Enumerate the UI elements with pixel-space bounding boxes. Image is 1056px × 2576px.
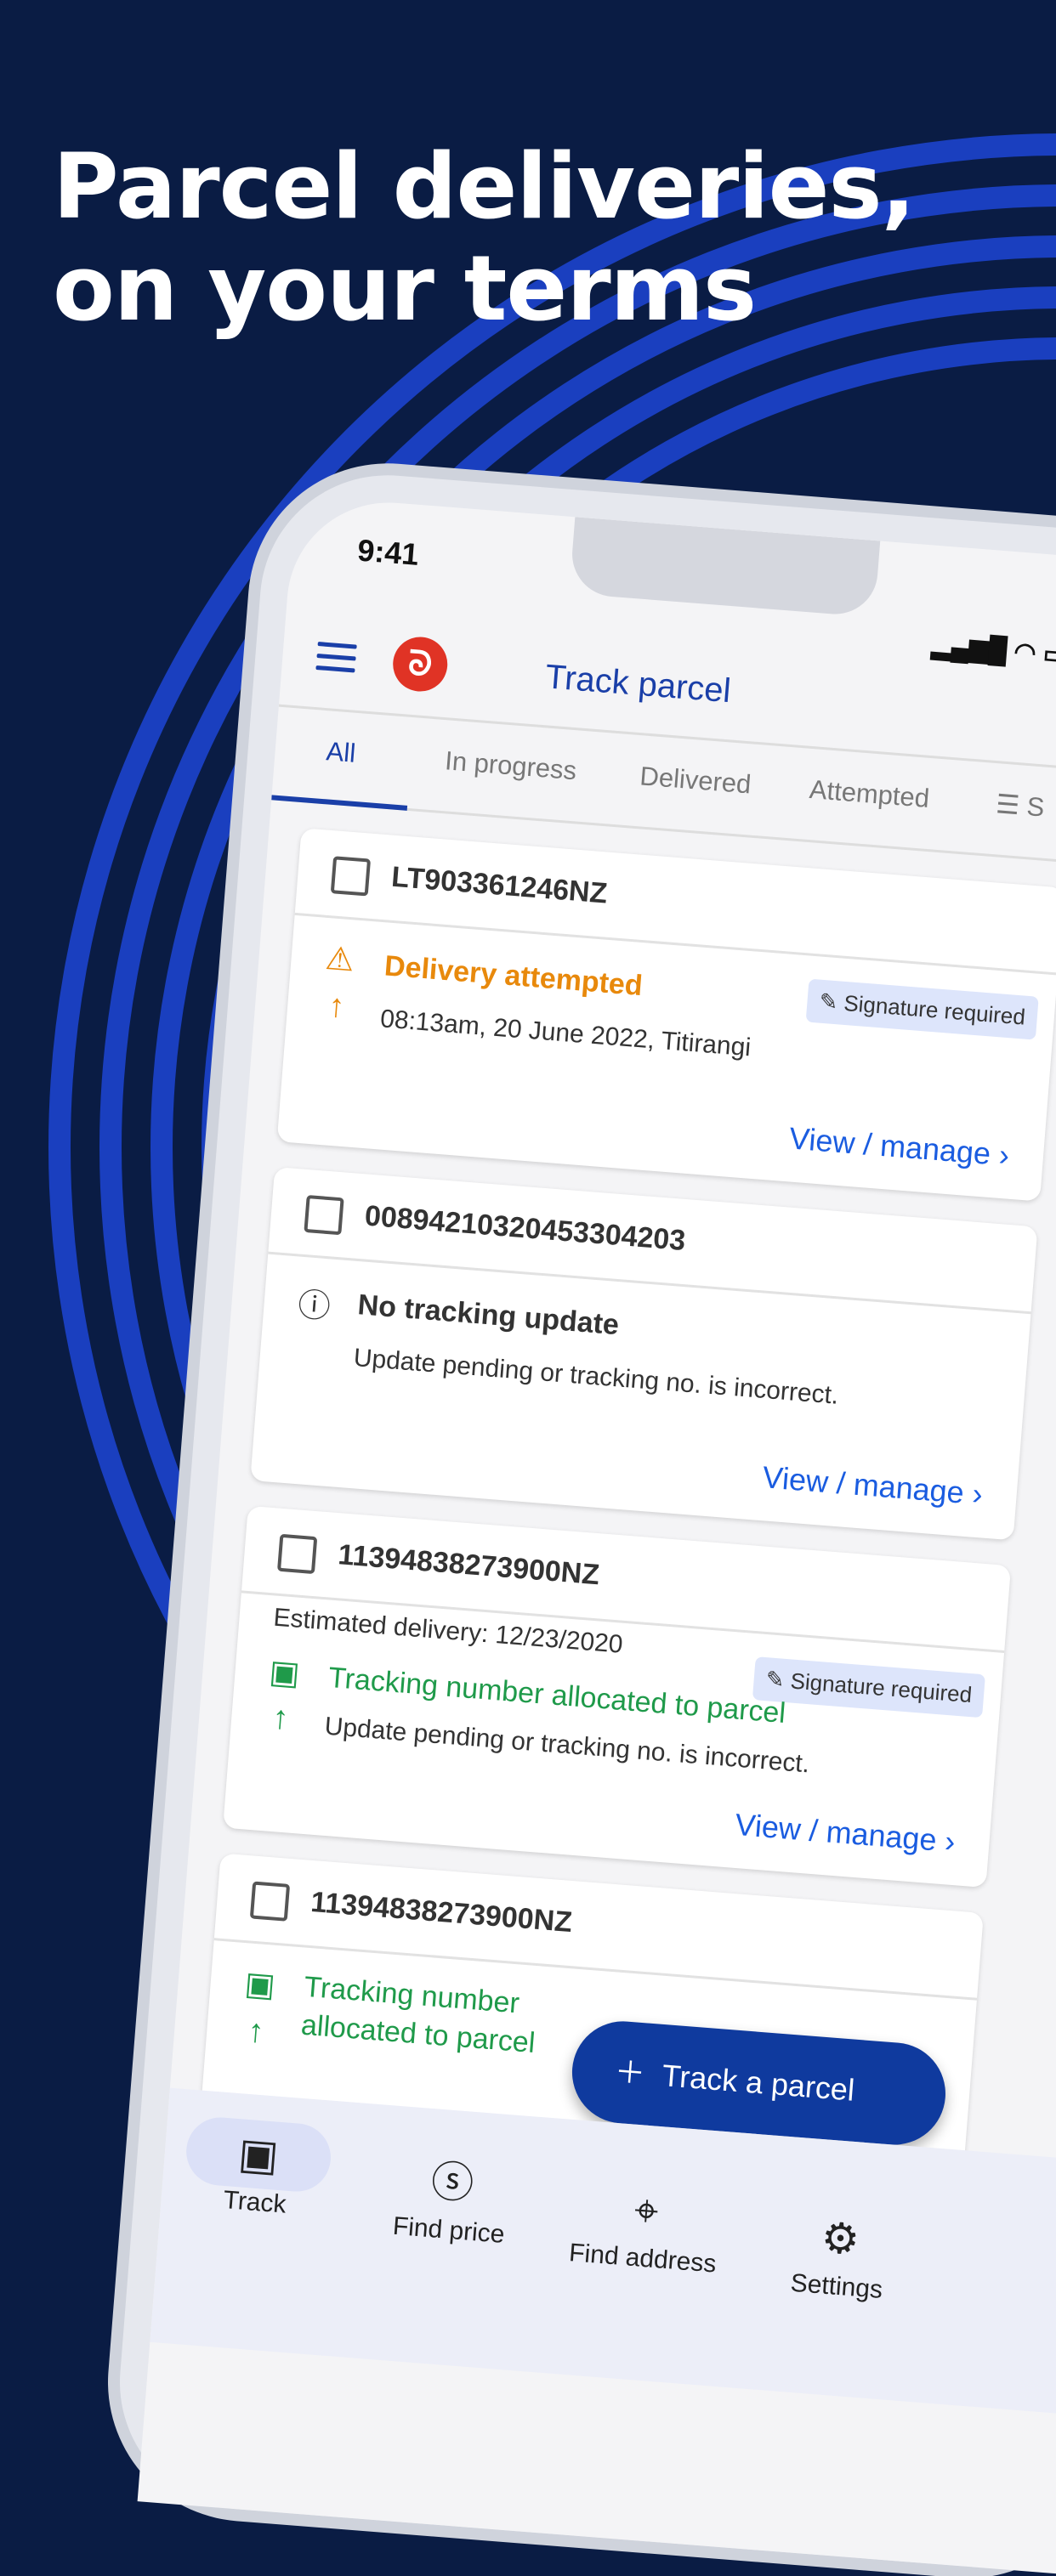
parcel-icon: ▣ — [267, 1654, 302, 1693]
checkbox[interactable] — [249, 1881, 291, 1922]
tab-in-progress[interactable]: In progress — [444, 745, 577, 786]
app-screen: 9:41 ▂▄▆█ ◠ ▭ ᘐ Track parcel All In prog… — [137, 495, 1056, 2574]
tracking-number: LT903361246NZ — [390, 860, 609, 910]
tracking-number: 11394838273900NZ — [337, 1538, 601, 1592]
pencil-icon: ✎ — [818, 988, 845, 1016]
parcel-icon: ▣ — [184, 2115, 333, 2194]
chevron-right-icon: › — [943, 1823, 957, 1860]
status-text: Delivery attempted — [383, 949, 644, 1003]
tab-attempted[interactable]: Attempted — [809, 774, 931, 814]
page-title: Track parcel — [543, 658, 733, 711]
nzpost-logo: ᘐ — [390, 635, 450, 694]
view-manage-link[interactable]: View / manage › — [788, 1120, 1011, 1173]
nav-track[interactable]: ▣ Track — [178, 2115, 338, 2223]
checkbox[interactable] — [330, 856, 372, 897]
info-icon: ⓘ — [296, 1287, 332, 1326]
parcel-card[interactable]: 00894210320453304203 ⓘ No tracking updat… — [250, 1166, 1038, 1541]
parcel-icon: ▣ — [243, 1966, 277, 2004]
signature-badge: ✎ Signature required — [805, 978, 1039, 1040]
dollar-icon: ⓢ — [429, 2157, 476, 2208]
tab-all[interactable]: All — [325, 736, 356, 769]
nav-find-address[interactable]: ⌖ Find address — [565, 2171, 725, 2279]
notch — [569, 517, 881, 618]
parcel-card[interactable]: LT903361246NZ ⚠ ↑ Delivery attempted ✎ S… — [276, 828, 1056, 1202]
nav-settings[interactable]: ⚙ Settings — [759, 2199, 919, 2307]
status-time: 9:41 — [355, 532, 421, 572]
active-tab-indicator — [271, 795, 408, 811]
checkbox[interactable] — [304, 1195, 344, 1236]
hamburger-icon[interactable] — [315, 642, 357, 680]
view-manage-link[interactable]: View / manage › — [761, 1459, 984, 1512]
chevron-right-icon: › — [971, 1475, 985, 1512]
gear-icon: ⚙ — [819, 2213, 861, 2264]
plus-icon: ＋ — [613, 2053, 647, 2092]
signature-badge: ✎ Signature required — [752, 1656, 985, 1718]
location-pin-icon: ⌖ — [633, 2186, 661, 2236]
arrow-up-icon: ↑ — [246, 2013, 266, 2051]
phone-mockup: 9:41 ▂▄▆█ ◠ ▭ ᘐ Track parcel All In prog… — [110, 466, 1056, 2576]
checkbox[interactable] — [276, 1533, 318, 1575]
arrow-up-icon: ↑ — [270, 1699, 291, 1737]
tab-delivered[interactable]: Delivered — [639, 761, 752, 800]
pencil-icon: ✎ — [764, 1666, 792, 1694]
parcel-card[interactable]: 11394838273900NZ Estimated delivery: 12/… — [223, 1505, 1012, 1888]
truck-alert-icon: ⚠ — [324, 940, 356, 979]
tab-sort[interactable]: ☰ S — [995, 789, 1046, 823]
tracking-number: 11394838273900NZ — [309, 1885, 574, 1939]
view-manage-link[interactable]: View / manage › — [734, 1807, 957, 1860]
chevron-right-icon: › — [997, 1136, 1011, 1173]
status-text: No tracking update — [356, 1288, 621, 1342]
estimated-delivery: Estimated delivery: 12/23/2020 — [272, 1603, 624, 1659]
sort-icon: ☰ — [995, 789, 1029, 821]
status-detail: 08:13am, 20 June 2022, Titirangi — [379, 1005, 752, 1062]
arrow-up-icon: ↑ — [326, 988, 346, 1025]
headline: Parcel deliveries, on your terms — [53, 134, 916, 341]
status-detail: Update pending or tracking no. is incorr… — [352, 1343, 840, 1410]
tracking-number: 00894210320453304203 — [363, 1199, 687, 1258]
nav-find-price[interactable]: ⓢ Find price — [372, 2143, 531, 2251]
